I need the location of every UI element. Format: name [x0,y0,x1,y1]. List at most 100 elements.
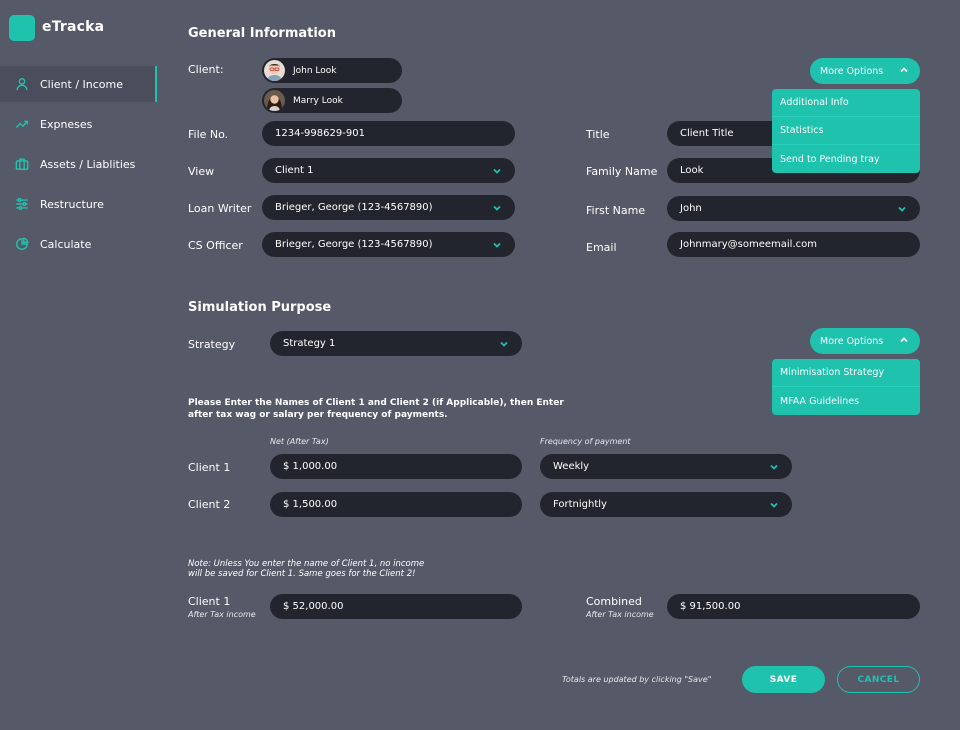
note-line: will be saved for Client 1. Same goes fo… [188,569,416,579]
client-name: Marry Look [293,95,343,106]
first-name-label: First Name [586,204,646,217]
first-name-value: John [680,203,702,214]
menu-item-statistics[interactable]: Statistics [772,117,920,145]
pie-chart-icon [14,236,30,252]
file-no-label: File No. [188,128,229,141]
instruction-text: Please Enter the Names of Client 1 and C… [188,397,564,421]
sliders-icon [14,196,30,212]
strategy-label: Strategy [188,338,236,351]
combined-total-value: $ 91,500.00 [680,601,741,612]
avatar [264,90,285,111]
client-2-frequency-value: Fortnightly [553,499,607,510]
file-no-value: 1234-998629-901 [275,128,365,139]
client-1-total-sublabel: After Tax income [188,610,256,619]
client-chip-1[interactable]: John Look [262,58,402,83]
combined-total-label: Combined [586,595,642,608]
sidebar-item-client-income[interactable]: Client / Income [0,66,157,102]
section-title-general: General Information [188,26,336,41]
sidebar-item-label: Assets / Liablities [40,157,136,171]
chevron-down-icon [493,167,501,175]
client-1-total-field: $ 52,000.00 [270,594,522,619]
email-value: Johnmary@someemail.com [680,239,817,250]
loan-writer-select[interactable]: Brieger, George (123-4567890) [262,195,515,220]
cancel-button[interactable]: CANCEL [837,666,920,693]
combined-total-sublabel: After Tax income [586,610,654,619]
more-options-button[interactable]: More Options [810,58,920,84]
family-name-label: Family Name [586,165,658,178]
sidebar-item-restructure[interactable]: Restructure [0,186,157,222]
chevron-down-icon [770,501,778,509]
chevron-down-icon [500,340,508,348]
sidebar-item-label: Calculate [40,237,92,251]
user-icon [14,76,30,92]
sidebar-item-expenses[interactable]: Expneses [0,106,157,142]
save-button[interactable]: SAVE [742,666,825,693]
client-name: John Look [293,65,337,76]
first-name-select[interactable]: John [667,196,920,221]
client-chip-2[interactable]: Marry Look [262,88,402,113]
menu-item-minimisation-strategy[interactable]: Minimisation Strategy [772,359,920,387]
more-options-label: More Options [820,65,884,77]
app-name: eTracka [42,19,105,35]
client-label: Client: [188,63,224,76]
client-1-total-value: $ 52,000.00 [283,601,344,612]
briefcase-icon [14,156,30,172]
client-1-frequency-value: Weekly [553,461,590,472]
sidebar-item-label: Client / Income [40,77,124,91]
view-value: Client 1 [275,165,314,176]
menu-item-additional-info[interactable]: Additional Info [772,89,920,117]
email-label: Email [586,241,617,254]
loan-writer-value: Brieger, George (123-4567890) [275,202,433,213]
client-2-net-input[interactable]: $ 1,500.00 [270,492,522,517]
client-1-label: Client 1 [188,461,231,474]
cs-officer-value: Brieger, George (123-4567890) [275,239,433,250]
more-options-button[interactable]: More Options [810,328,920,354]
sidebar-item-assets-liabilities[interactable]: Assets / Liablities [0,146,157,182]
chevron-down-icon [493,204,501,212]
sidebar-item-calculate[interactable]: Calculate [0,226,157,262]
more-options-menu: Additional Info Statistics Send to Pendi… [772,89,920,173]
client-1-net-value: $ 1,000.00 [283,461,338,472]
sidebar-item-label: Expneses [40,117,93,131]
view-select[interactable]: Client 1 [262,158,515,183]
client-2-frequency-select[interactable]: Fortnightly [540,492,792,517]
chevron-up-icon [900,66,908,77]
title-label: Title [586,128,610,141]
title-value: Client Title [680,128,734,139]
client-2-net-value: $ 1,500.00 [283,499,338,510]
client-2-label: Client 2 [188,498,231,511]
cs-officer-select[interactable]: Brieger, George (123-4567890) [262,232,515,257]
instruction-line: Please Enter the Names of Client 1 and C… [188,398,564,408]
family-name-value: Look [680,165,704,176]
chevron-up-icon [900,336,908,347]
note-text: Note: Unless You enter the name of Clien… [188,559,424,579]
menu-item-send-to-pending[interactable]: Send to Pending tray [772,145,920,173]
chevron-down-icon [770,463,778,471]
instruction-line: after tax wag or salary per frequency of… [188,410,448,420]
strategy-value: Strategy 1 [283,338,336,349]
column-header-frequency: Frequency of payment [540,437,631,446]
chevron-down-icon [493,241,501,249]
trend-up-icon [14,116,30,132]
view-label: View [188,165,215,178]
combined-total-field: $ 91,500.00 [667,594,920,619]
client-1-total-label: Client 1 [188,595,231,608]
menu-item-mfaa-guidelines[interactable]: MFAA Guidelines [772,387,920,415]
file-no-field[interactable]: 1234-998629-901 [262,121,515,146]
note-line: Note: Unless You enter the name of Clien… [188,559,425,569]
chevron-down-icon [898,205,906,213]
app-logo-icon [9,15,35,41]
column-header-net: Net (After Tax) [270,437,329,446]
email-field[interactable]: Johnmary@someemail.com [667,232,920,257]
client-1-frequency-select[interactable]: Weekly [540,454,792,479]
cs-officer-label: CS Officer [188,239,243,252]
client-1-net-input[interactable]: $ 1,000.00 [270,454,522,479]
sidebar-item-label: Restructure [40,197,104,211]
section-title-simulation: Simulation Purpose [188,300,332,315]
loan-writer-label: Loan Writer [188,202,252,215]
totals-note: Totals are updated by clicking "Save" [562,675,712,684]
avatar [264,60,285,81]
strategy-select[interactable]: Strategy 1 [270,331,522,356]
more-options-label: More Options [820,335,884,347]
more-options-menu: Minimisation Strategy MFAA Guidelines [772,359,920,415]
